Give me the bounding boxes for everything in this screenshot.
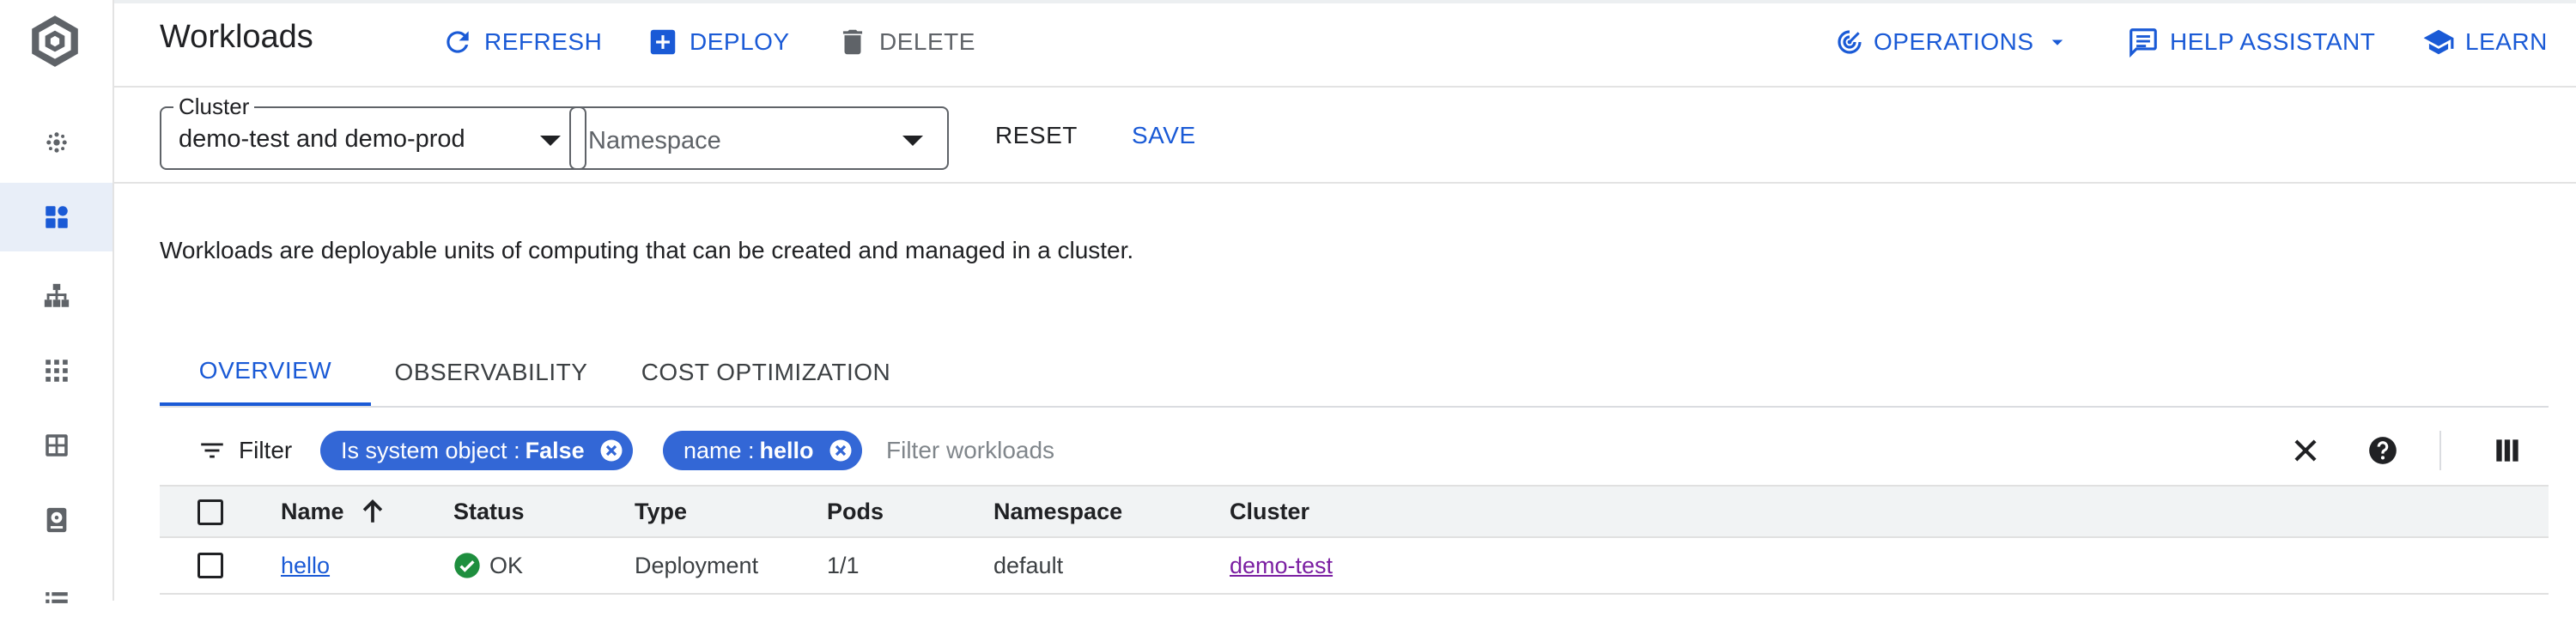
app-logo-icon[interactable] bbox=[24, 9, 86, 74]
operations-label: OPERATIONS bbox=[1874, 28, 2034, 55]
cluster-namespace-bar: Cluster demo-test and demo-prod Namespac… bbox=[112, 88, 2576, 184]
left-nav-rail bbox=[0, 0, 114, 603]
page-description: Workloads are deployable units of comput… bbox=[160, 237, 1134, 263]
filter-chip-value: False bbox=[525, 437, 585, 463]
cluster-select-value: demo-test and demo-prod bbox=[179, 125, 465, 153]
column-header-type[interactable]: Type bbox=[635, 487, 687, 536]
table-row: hello OK Deployment 1/1 default demo-tes… bbox=[160, 538, 2549, 595]
learn-label: LEARN bbox=[2465, 28, 2548, 55]
cell-cluster: demo-test bbox=[1230, 538, 1333, 593]
add-box-icon bbox=[650, 29, 676, 55]
filter-button[interactable]: Filter bbox=[197, 431, 292, 470]
cluster-link[interactable]: demo-test bbox=[1230, 553, 1333, 579]
save-button[interactable]: SAVE bbox=[1132, 122, 1196, 149]
nav-item-storage[interactable] bbox=[0, 486, 112, 554]
page-header: Workloads REFRESH DEPLOY DELETE OPERATIO… bbox=[112, 0, 2576, 88]
chip-remove-icon[interactable] bbox=[828, 438, 854, 463]
nav-item-workloads[interactable] bbox=[0, 183, 112, 251]
grid-box-icon bbox=[45, 434, 68, 457]
column-header-namespace[interactable]: Namespace bbox=[993, 487, 1122, 536]
help-assistant-label: HELP ASSISTANT bbox=[2170, 28, 2376, 55]
nav-item-applications[interactable] bbox=[0, 336, 112, 405]
nav-item-list[interactable] bbox=[0, 560, 112, 629]
toolbar-divider bbox=[2439, 431, 2441, 470]
filter-chip-key: Is system object : bbox=[341, 437, 520, 463]
help-circle-icon[interactable] bbox=[2366, 434, 2399, 467]
filter-chip-key: name : bbox=[683, 437, 755, 463]
nav-item-config[interactable] bbox=[0, 411, 112, 480]
workload-name-link[interactable]: hello bbox=[281, 553, 330, 579]
tab-cost-optimization[interactable]: COST OPTIMIZATION bbox=[611, 339, 920, 406]
cluster-select-label: Cluster bbox=[173, 94, 255, 120]
chip-remove-icon[interactable] bbox=[598, 438, 624, 463]
cell-pods: 1/1 bbox=[827, 552, 860, 578]
cell-name: hello bbox=[281, 538, 330, 593]
help-assistant-button[interactable]: HELP ASSISTANT bbox=[2127, 22, 2375, 62]
dropdown-arrow-icon bbox=[540, 136, 561, 146]
column-header-name[interactable]: Name bbox=[281, 487, 387, 536]
filter-chip-system-object[interactable]: Is system object : False bbox=[320, 431, 633, 470]
deploy-label: DEPLOY bbox=[690, 28, 790, 55]
cell-namespace: default bbox=[993, 552, 1064, 578]
sort-arrow-up-icon bbox=[362, 499, 382, 523]
namespace-select[interactable]: Namespace bbox=[569, 106, 949, 170]
school-icon bbox=[2423, 29, 2454, 55]
nav-item-dashboard[interactable] bbox=[0, 108, 112, 177]
cell-type: Deployment bbox=[635, 552, 759, 578]
filter-chip-value: hello bbox=[759, 437, 814, 463]
column-header-label: Name bbox=[281, 498, 344, 524]
filter-label: Filter bbox=[239, 437, 293, 463]
operations-menu-button[interactable]: OPERATIONS bbox=[1836, 22, 2070, 62]
chat-help-icon bbox=[2129, 28, 2157, 58]
table-header: Name Status Type Pods Namespace Cluster bbox=[160, 485, 2549, 538]
delete-label: DELETE bbox=[879, 28, 975, 55]
tab-observability[interactable]: OBSERVABILITY bbox=[371, 339, 611, 406]
column-display-icon[interactable] bbox=[2491, 434, 2524, 467]
column-header-cluster[interactable]: Cluster bbox=[1230, 487, 1309, 536]
reset-button[interactable]: RESET bbox=[995, 122, 1078, 149]
column-header-status[interactable]: Status bbox=[453, 487, 525, 536]
row-checkbox[interactable] bbox=[197, 553, 223, 578]
chevron-down-icon bbox=[2051, 39, 2063, 45]
operations-icon bbox=[1838, 29, 1862, 54]
status-text: OK bbox=[489, 552, 524, 578]
tab-bar: OVERVIEW OBSERVABILITY COST OPTIMIZATION bbox=[160, 339, 2549, 408]
filter-workloads-input[interactable]: Filter workloads bbox=[886, 431, 1054, 470]
workloads-icon bbox=[45, 206, 68, 228]
learn-button[interactable]: LEARN bbox=[2422, 22, 2548, 62]
nav-item-networking[interactable] bbox=[0, 262, 112, 330]
page-title: Workloads bbox=[160, 19, 313, 55]
close-icon[interactable] bbox=[2289, 434, 2322, 467]
column-header-pods[interactable]: Pods bbox=[827, 487, 884, 536]
network-tree-icon bbox=[44, 283, 69, 307]
select-all-checkbox[interactable] bbox=[197, 499, 223, 525]
filter-bar: Filter Is system object : False name : h… bbox=[160, 420, 2549, 481]
storage-icon bbox=[46, 507, 66, 533]
cell-status: OK bbox=[453, 538, 523, 593]
refresh-icon bbox=[447, 31, 469, 53]
filter-chip-name[interactable]: name : hello bbox=[663, 431, 862, 470]
check-circle-icon bbox=[454, 553, 480, 578]
trash-icon bbox=[842, 29, 863, 55]
delete-button[interactable]: DELETE bbox=[836, 22, 975, 62]
deploy-button[interactable]: DEPLOY bbox=[647, 22, 790, 62]
filter-list-icon bbox=[201, 443, 223, 458]
cluster-select[interactable]: Cluster demo-test and demo-prod bbox=[160, 94, 586, 170]
apps-grid-icon bbox=[45, 360, 68, 382]
namespace-select-placeholder: Namespace bbox=[588, 127, 721, 154]
tab-overview[interactable]: OVERVIEW bbox=[160, 339, 371, 406]
refresh-button[interactable]: REFRESH bbox=[441, 22, 602, 62]
list-icon bbox=[45, 592, 68, 603]
dashboard-dots-icon bbox=[46, 132, 67, 153]
dropdown-arrow-icon bbox=[902, 136, 923, 146]
refresh-label: REFRESH bbox=[484, 28, 603, 55]
